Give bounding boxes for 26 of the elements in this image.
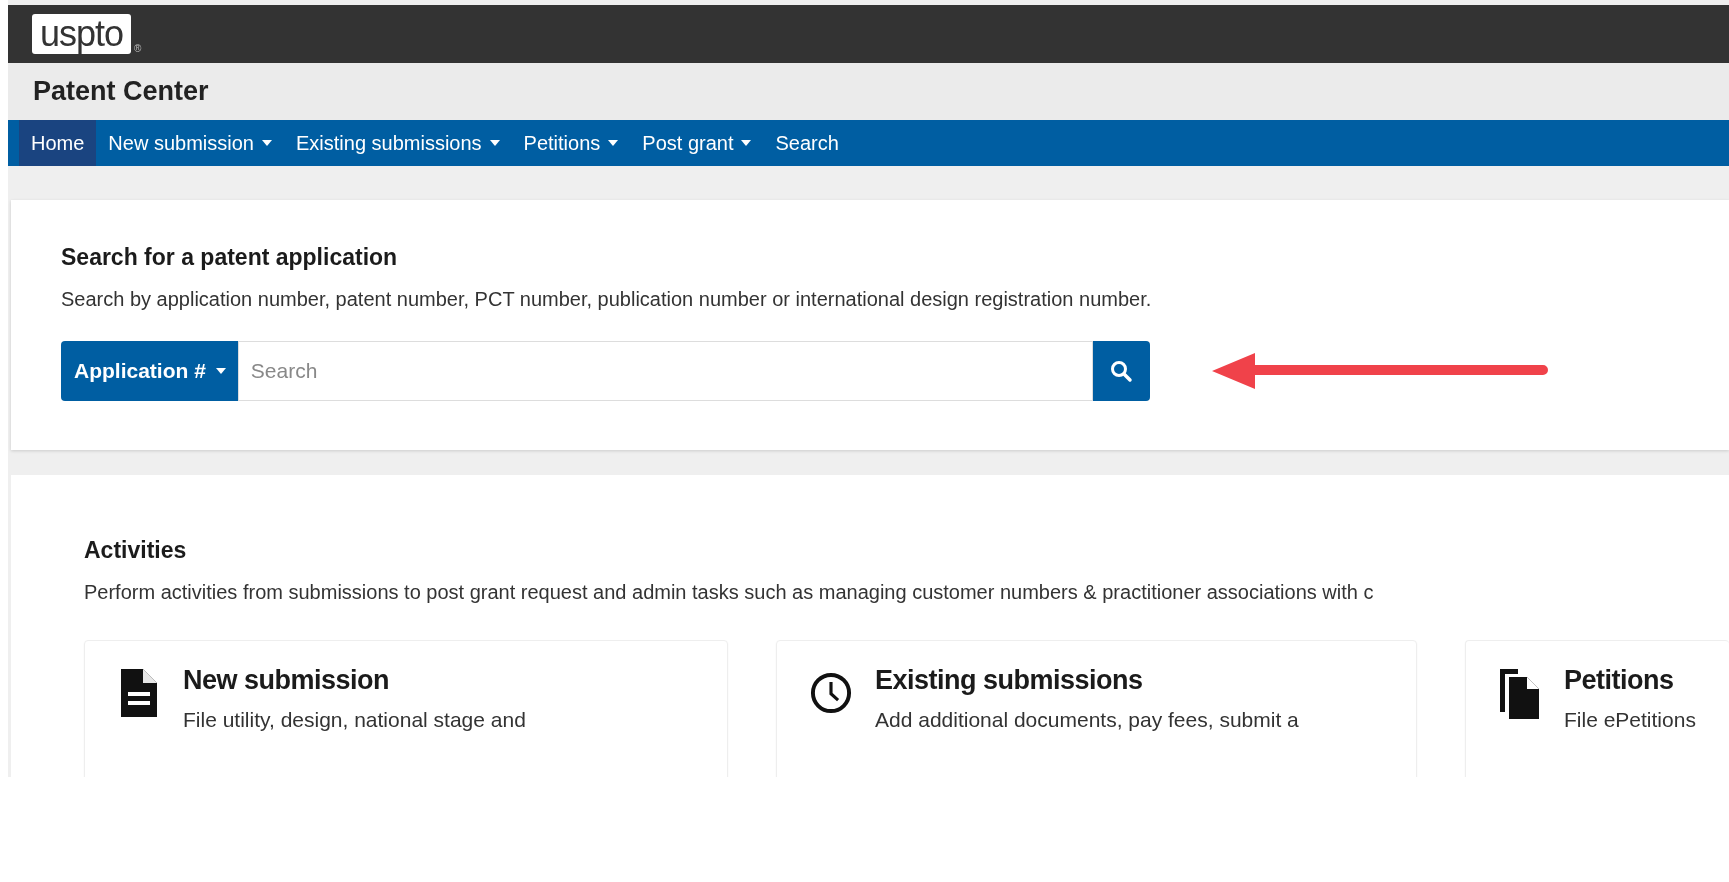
app-title: Patent Center bbox=[33, 76, 209, 107]
panel-description: Search by application number, patent number, PCT number, publication number or international design registration number. bbox=[61, 288, 1153, 311]
card-description: Add additional documents, pay fees, submit a bbox=[875, 708, 1299, 732]
activity-card[interactable]: New submission File utility, design, national stage and bbox=[84, 640, 728, 777]
section-description: Perform activities from submissions to post grant request and admin tasks such as managing customer numbers & practitioner associations with c bbox=[84, 581, 1375, 604]
panel-title: Search for a patent application bbox=[61, 244, 399, 271]
nav-tab[interactable]: Home bbox=[19, 120, 97, 166]
registered-mark: ® bbox=[134, 43, 142, 54]
search-icon bbox=[1109, 359, 1134, 383]
activity-card[interactable]: Existing submissions Add additional documents, pay fees, submit a bbox=[776, 640, 1417, 777]
search-type-dropdown[interactable]: Application # bbox=[61, 341, 238, 401]
card-title: Existing submissions bbox=[875, 665, 1144, 696]
card-title: Petitions bbox=[1564, 665, 1675, 696]
card-description: File utility, design, national stage and bbox=[183, 708, 526, 732]
caret-icon bbox=[215, 368, 226, 374]
nav-tab[interactable]: New submission bbox=[96, 120, 284, 166]
search-button[interactable] bbox=[1092, 341, 1150, 401]
nav-tab[interactable]: Post grant bbox=[630, 120, 764, 166]
card-description: File ePetitions bbox=[1564, 708, 1696, 732]
nav-tab[interactable]: Existing submissions bbox=[283, 120, 512, 166]
card-title: New submission bbox=[183, 665, 391, 696]
nav-tab[interactable]: Petitions bbox=[511, 120, 631, 166]
nav-tab[interactable]: Search bbox=[763, 120, 851, 166]
section-title: Activities bbox=[84, 537, 188, 564]
search-field[interactable]: Search bbox=[237, 341, 1093, 401]
logo[interactable]: uspto bbox=[32, 14, 132, 54]
